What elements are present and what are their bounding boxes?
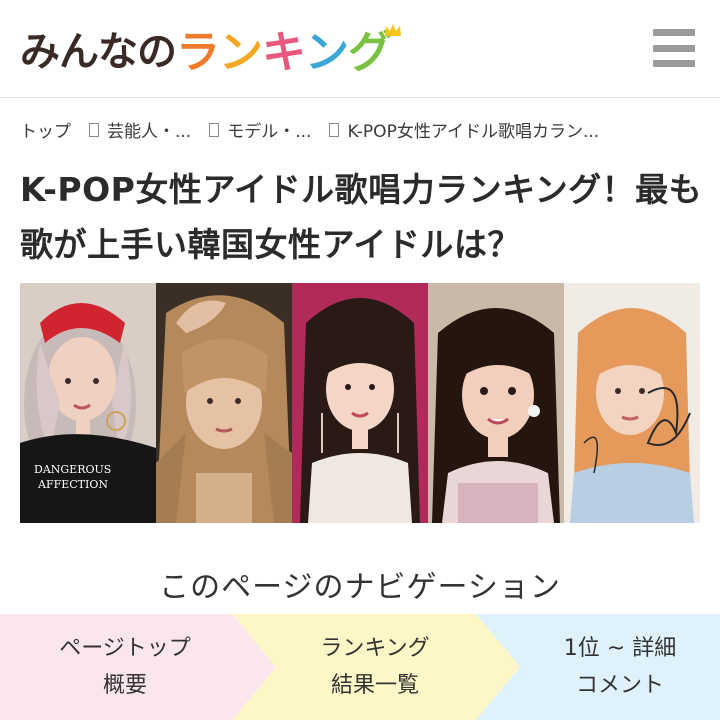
- logo-char-3: キ: [262, 27, 306, 78]
- nav-page-top-line2: 概要: [102, 673, 147, 698]
- logo-char-4: ン: [305, 27, 349, 78]
- page-navigation-heading: このページのナビゲーション: [159, 570, 561, 605]
- nav-details-line1: 1位 ~ 詳細: [563, 636, 677, 661]
- page-title: K-POP女性アイドル歌唱力ランキング！最も歌が上手い韓国女性アイドルは？: [20, 170, 703, 264]
- site-header: みんなの ラ ン キ ン グ: [0, 0, 720, 98]
- site-logo[interactable]: みんなの ラ ン キ ン グ: [20, 20, 401, 78]
- shirt-text-line1: DANGEROUS: [34, 463, 111, 476]
- hero-photo-3: [292, 283, 428, 523]
- nav-page-top-line1: ページトップ: [59, 636, 191, 661]
- hero-image: DANGEROUS AFFECTION: [20, 283, 700, 523]
- breadcrumb-separator-icon: [329, 123, 340, 137]
- hero-photo-2: [156, 283, 292, 523]
- crown-icon: [385, 24, 401, 36]
- shirt-text-line2: AFFECTION: [37, 478, 108, 491]
- nav-ranking-line1: ランキング: [320, 636, 430, 661]
- hero-photo-1: DANGEROUS AFFECTION: [20, 283, 156, 523]
- logo-char-1: ラ: [176, 27, 220, 78]
- hero-photo-5: [564, 283, 700, 523]
- nav-page-top-button[interactable]: ページトップ 概要: [0, 614, 250, 720]
- breadcrumb-subcategory[interactable]: モデル・...: [227, 117, 311, 142]
- breadcrumb-current: K-POP女性アイドル歌唱カラン...: [347, 121, 600, 142]
- page-navigation: ページトップ 概要 ランキング 結果一覧 1位 ~ 詳細 コメント: [0, 614, 720, 720]
- nav-first-place-details-button[interactable]: 1位 ~ 詳細 コメント: [500, 614, 720, 720]
- nav-ranking-results-button[interactable]: ランキング 結果一覧: [250, 614, 500, 720]
- nav-details-line2: コメント: [575, 673, 664, 698]
- hero-photo-4: [428, 283, 564, 523]
- breadcrumb: トップ 芸能人・... モデル・... K-POP女性アイドル歌唱カラン...: [20, 112, 710, 146]
- breadcrumb-separator-icon: [89, 123, 99, 137]
- nav-ranking-line2: 結果一覧: [330, 673, 419, 698]
- hamburger-menu-icon[interactable]: [653, 29, 695, 67]
- logo-text-prefix: みんなの: [20, 29, 177, 75]
- breadcrumb-category[interactable]: 芸能人・...: [107, 117, 191, 142]
- breadcrumb-top[interactable]: トップ: [20, 117, 71, 142]
- logo-char-2: ン: [219, 27, 263, 78]
- breadcrumb-separator-icon: [209, 123, 220, 137]
